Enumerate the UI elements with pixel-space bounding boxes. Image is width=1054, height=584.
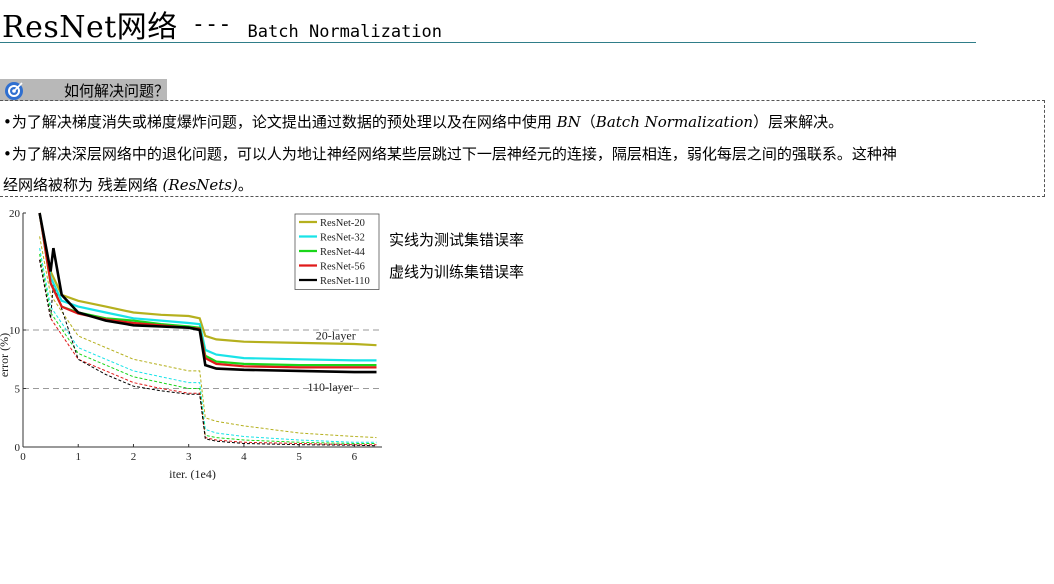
title-main: ResNet网络 (2, 10, 178, 45)
legend-label: ResNet-56 (320, 262, 365, 273)
legend-label: ResNet-32 (320, 233, 365, 244)
bullet-resnet-line2: 经网络被称为 残差网络 (ResNets)。 (3, 176, 253, 194)
title-subtitle: Batch Normalization (247, 22, 443, 42)
note-dashed-line: 虚线为训练集错误率 (389, 263, 525, 281)
x-tick-label: 0 (20, 451, 26, 463)
x-tick-label: 2 (131, 451, 137, 463)
y-tick-label: 5 (15, 384, 21, 396)
bullet-resnet-line1: •为了解决深层网络中的退化问题，可以人为地让神经网络某些层跳过下一层神经元的连接… (3, 145, 897, 163)
annotation-20-layer: 20-layer (316, 328, 356, 342)
resnet-error-chart: 0 1 2 3 4 5 6051020iter. (1e4)error (%) 20-laye… (0, 208, 382, 480)
x-tick-label: 1 (75, 451, 81, 463)
title-dashes: --- (191, 12, 232, 37)
x-tick-label: 4 (241, 451, 247, 463)
annotation-110-layer: 110-layer (307, 380, 353, 394)
y-axis-label: error (%) (0, 333, 11, 377)
legend-label: ResNet-110 (320, 276, 370, 287)
x-tick-label: 6 (352, 451, 358, 463)
explanation-box: •为了解决梯度消失或梯度爆炸问题，论文提出通过数据的预处理以及在网络中使用 BN… (0, 100, 1045, 197)
term-bn: BN (556, 113, 581, 131)
slide-title: ResNet网络 --- Batch Normalization (2, 2, 443, 45)
y-tick-label: 0 (15, 442, 21, 454)
legend-label: ResNet-44 (320, 247, 366, 258)
x-tick-label: 3 (186, 451, 192, 463)
x-axis-label: iter. (1e4) (169, 467, 216, 480)
bullet-bn: •为了解决梯度消失或梯度爆炸问题，论文提出通过数据的预处理以及在网络中使用 BN… (3, 113, 844, 131)
question-bar: 如何解决问题？ (0, 79, 170, 101)
y-tick-label: 20 (9, 208, 21, 220)
legend-label: ResNet-20 (320, 218, 365, 229)
term-resnets: (ResNets) (162, 176, 238, 194)
target-icon (5, 82, 23, 100)
title-underline (0, 42, 976, 43)
x-tick-label: 5 (296, 451, 302, 463)
note-solid-line: 实线为测试集错误率 (389, 231, 525, 249)
term-batch-normalization: Batch Normalization (595, 113, 754, 131)
question-text: 如何解决问题？ (64, 82, 170, 100)
